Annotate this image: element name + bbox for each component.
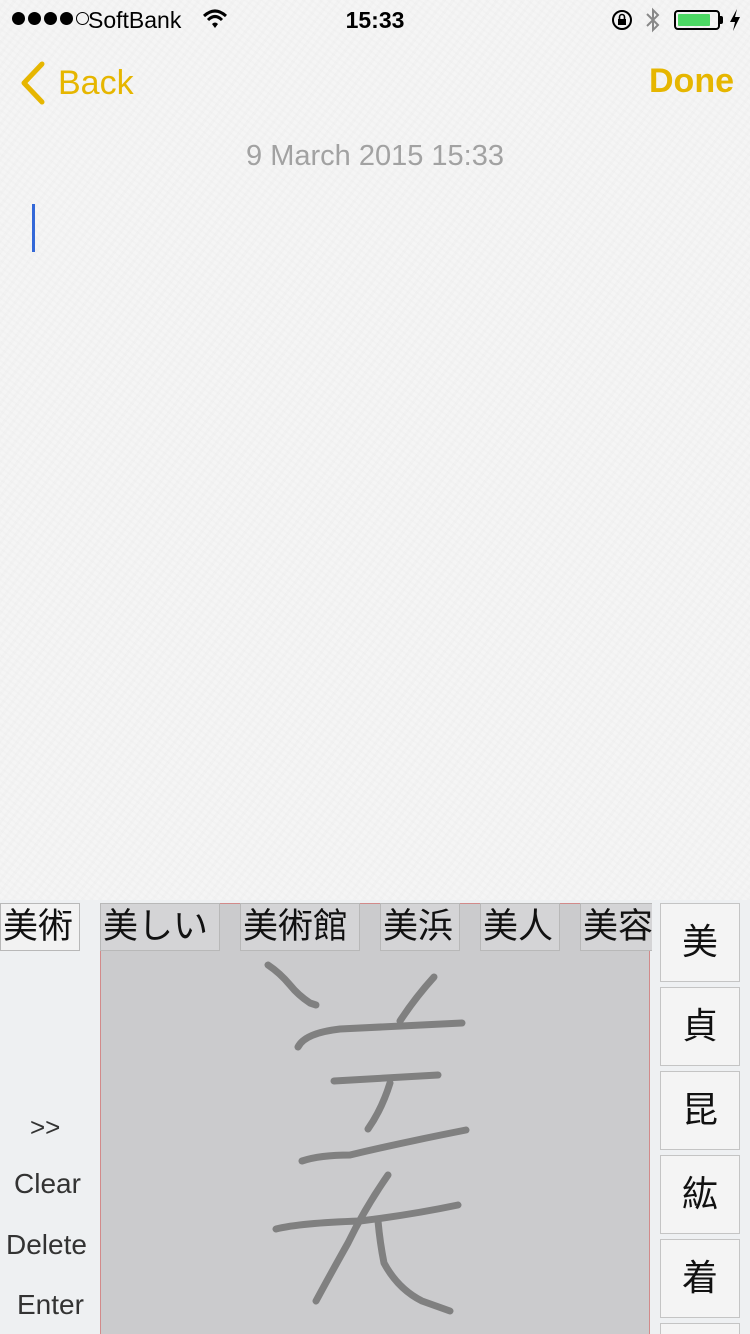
candidate-word[interactable]: 美容	[580, 903, 652, 951]
candidate-word[interactable]: 美術	[0, 903, 80, 951]
kanji-suggestion-key[interactable]: 着	[660, 1239, 740, 1318]
kanji-suggestion-key-partial[interactable]	[660, 1323, 740, 1334]
kanji-suggestion-key[interactable]: 美	[660, 903, 740, 982]
text-cursor[interactable]	[32, 204, 35, 252]
kanji-suggestion-key[interactable]: 紘	[660, 1155, 740, 1234]
back-button[interactable]: Back	[18, 58, 134, 108]
candidate-bar: 美術 美しい 美術館 美浜 美人 美容	[0, 903, 652, 951]
battery-cap	[720, 16, 723, 24]
bluetooth-icon	[646, 7, 660, 33]
handwritten-strokes	[264, 961, 470, 1315]
candidate-word[interactable]: 美術館	[240, 903, 360, 951]
delete-button[interactable]: Delete	[6, 1229, 87, 1261]
candidate-word[interactable]: 美浜	[380, 903, 460, 951]
enter-button[interactable]: Enter	[17, 1289, 84, 1321]
note-paper-background	[0, 0, 750, 900]
battery-level-fill	[678, 14, 710, 26]
note-date: 9 March 2015 15:33	[246, 140, 504, 172]
done-button[interactable]: Done	[649, 62, 734, 101]
clear-button[interactable]: Clear	[14, 1168, 81, 1200]
chevron-left-icon	[21, 61, 45, 105]
kanji-suggestion-key[interactable]: 昆	[660, 1071, 740, 1150]
candidate-word[interactable]: 美しい	[100, 903, 220, 951]
battery-icon	[674, 10, 720, 30]
orientation-lock-icon	[612, 10, 632, 30]
status-time: 15:33	[345, 7, 405, 33]
back-label: Back	[58, 63, 134, 102]
more-candidates-button[interactable]: >>	[30, 1112, 60, 1143]
charging-icon	[730, 9, 740, 31]
candidate-word[interactable]: 美人	[480, 903, 560, 951]
kanji-suggestion-key[interactable]: 貞	[660, 987, 740, 1066]
status-bar: SoftBank 15:33	[0, 0, 750, 40]
